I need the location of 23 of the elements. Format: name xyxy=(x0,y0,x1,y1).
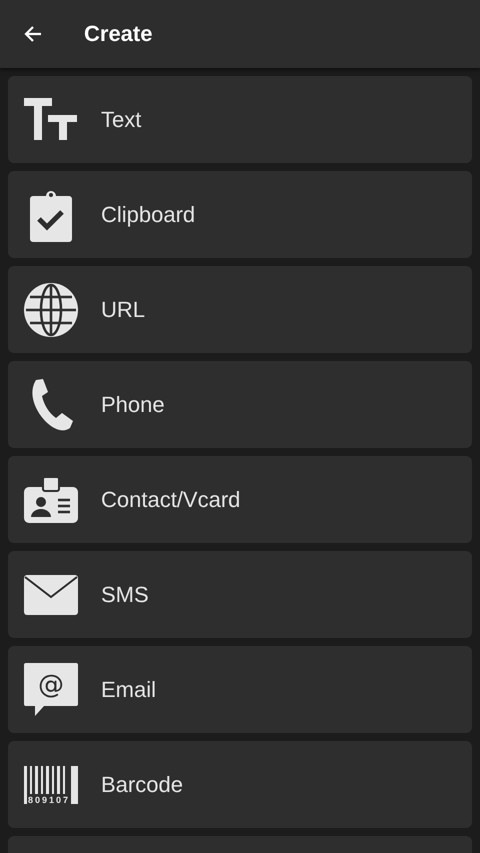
option-label: Phone xyxy=(101,392,165,418)
screen-title: Create xyxy=(84,21,152,47)
at-sign-bubble-icon: @ xyxy=(24,662,78,716)
option-label: Email xyxy=(101,676,156,702)
option-label: Barcode xyxy=(101,772,183,798)
globe-icon xyxy=(24,282,78,336)
create-option-card[interactable]: 809107 Barcode xyxy=(8,741,472,828)
option-label: URL xyxy=(101,296,146,322)
option-label: Clipboard xyxy=(101,202,196,228)
back-arrow-icon[interactable] xyxy=(23,24,43,44)
option-label: Text xyxy=(101,106,142,132)
create-option-card[interactable]: Clipboard xyxy=(8,171,472,258)
option-label: Contact/Vcard xyxy=(101,486,240,512)
id-card-icon xyxy=(24,476,78,522)
create-option-card[interactable]: SMS xyxy=(8,551,472,638)
create-option-card[interactable]: @ Email xyxy=(8,646,472,733)
create-option-card[interactable]: Contact/Vcard xyxy=(8,456,472,543)
envelope-icon xyxy=(24,574,78,614)
create-option-card[interactable]: Text xyxy=(8,76,472,163)
create-option-card[interactable]: URL xyxy=(8,266,472,353)
create-option-card[interactable]: Phone xyxy=(8,361,472,448)
text-size-icon xyxy=(24,98,78,142)
option-label: SMS xyxy=(101,582,149,608)
